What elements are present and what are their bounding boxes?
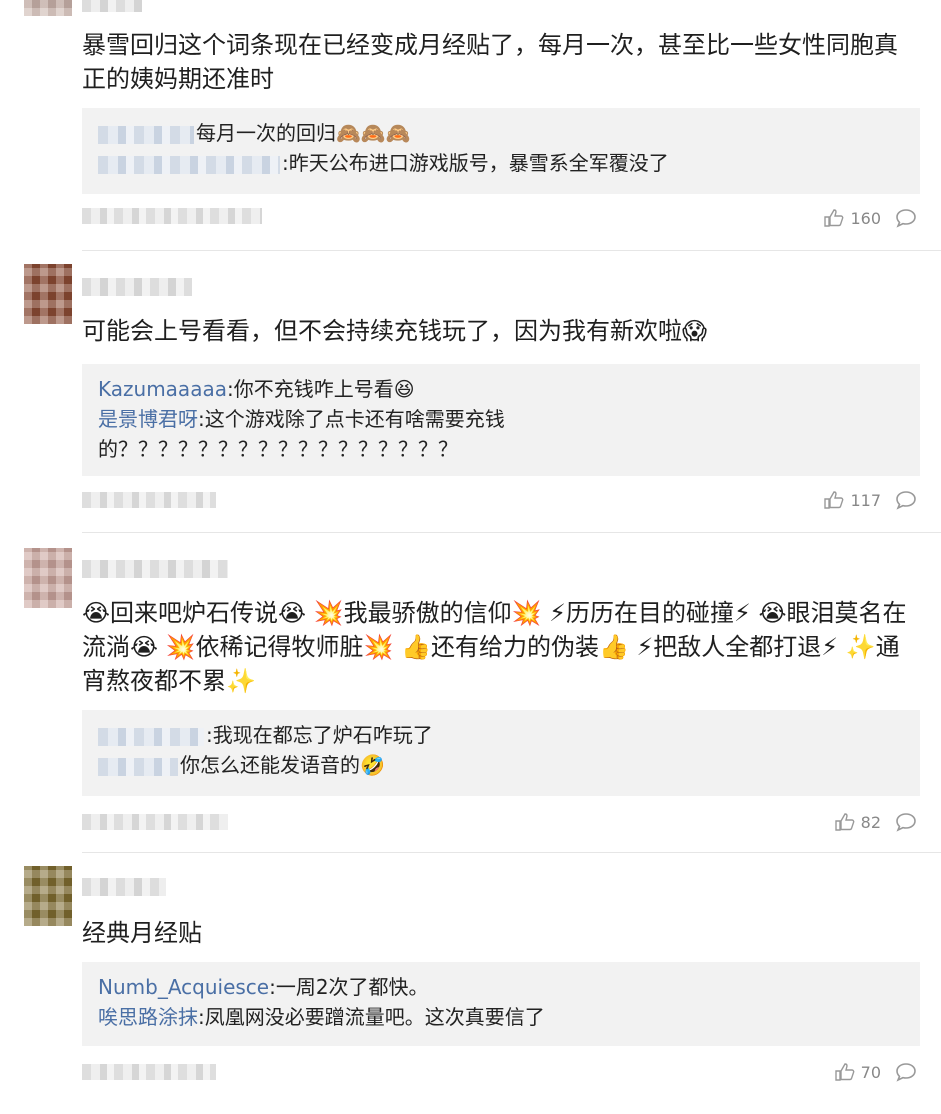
reply-text: 你怎么还能发语音的🤣	[180, 753, 385, 777]
comment-bubble-icon[interactable]	[895, 1062, 917, 1082]
comment-body: 可能会上号看看，但不会持续充钱玩了，因为我有新欢啦😱	[82, 317, 708, 345]
reply-text: 每月一次的回归🙈🙈🙈	[196, 121, 411, 145]
timestamp-blurred	[82, 814, 228, 830]
reply-text: :我现在都忘了炉石咋玩了	[206, 723, 433, 747]
reply-box: Numb_Acquiesce:一周2次了都快。 唉思路涂抹:凤凰网没必要蹭流量吧…	[82, 962, 920, 1046]
username-blurred[interactable]	[82, 278, 192, 296]
reply-box: 每月一次的回归🙈🙈🙈 :昨天公布进口游戏版号，暴雪系全军覆没了	[82, 108, 920, 194]
comment-body: 暴雪回归这个词条现在已经变成月经贴了，每月一次，甚至比一些女性同胞真正的姨妈期还…	[82, 31, 898, 93]
like-count: 70	[860, 1062, 881, 1082]
avatar[interactable]	[24, 548, 72, 608]
timestamp-blurred	[82, 492, 216, 508]
reply-item: 唉思路涂抹:凤凰网没必要蹭流量吧。这次真要信了	[98, 1002, 904, 1032]
reply-box: :我现在都忘了炉石咋玩了 你怎么还能发语音的🤣	[82, 710, 920, 796]
like-button[interactable]: 82	[834, 812, 881, 832]
reply-item: :昨天公布进口游戏版号，暴雪系全军覆没了	[98, 148, 904, 178]
like-button[interactable]: 70	[834, 1062, 881, 1082]
reply-item: 你怎么还能发语音的🤣	[98, 750, 904, 780]
divider	[82, 852, 941, 853]
thumbs-up-icon	[834, 1063, 855, 1081]
avatar[interactable]	[24, 866, 72, 926]
reply-user[interactable]: Kazumaaaaa	[98, 377, 227, 401]
reply-item: Kazumaaaaa:你不充钱咋上号看😆	[98, 374, 904, 404]
reply-box: Kazumaaaaa:你不充钱咋上号看😆 是景博君呀:这个游戏除了点卡还有啥需要…	[82, 364, 920, 476]
username-blurred[interactable]	[82, 560, 228, 578]
reply-user-blurred[interactable]	[98, 727, 204, 746]
username-blurred[interactable]	[82, 878, 166, 896]
reply-item: 每月一次的回归🙈🙈🙈	[98, 118, 904, 148]
comment-actions: 70	[834, 1062, 917, 1082]
reply-item: 是景博君呀:这个游戏除了点卡还有啥需要充钱的？？？？？？？？？？？？？？？？？	[98, 404, 568, 464]
username-blurred[interactable]	[82, 0, 142, 12]
reply-user[interactable]: Numb_Acquiesce	[98, 975, 269, 999]
reply-user[interactable]: 是景博君呀	[98, 407, 198, 431]
avatar[interactable]	[24, 264, 72, 324]
reply-user[interactable]: 唉思路涂抹	[98, 1005, 198, 1029]
like-count: 82	[860, 812, 881, 832]
reply-item: :我现在都忘了炉石咋玩了	[98, 720, 904, 750]
comment-bubble-icon[interactable]	[895, 208, 917, 228]
comment-actions: 117	[824, 490, 917, 510]
reply-text: :一周2次了都快。	[269, 975, 429, 999]
reply-text: :凤凰网没必要蹭流量吧。这次真要信了	[198, 1005, 545, 1029]
thumbs-up-icon	[824, 491, 844, 509]
like-button[interactable]: 117	[824, 491, 881, 510]
avatar[interactable]	[24, 0, 72, 16]
reply-user-blurred[interactable]	[98, 155, 280, 174]
like-button[interactable]: 160	[824, 209, 881, 228]
comment-body: 😭回来吧炉石传说😭 💥我最骄傲的信仰💥 ⚡历历在目的碰撞⚡ 😭眼泪莫名在流淌😭 …	[82, 599, 907, 695]
divider	[82, 532, 941, 533]
reply-text: :昨天公布进口游戏版号，暴雪系全军覆没了	[282, 151, 669, 175]
comment-bubble-icon[interactable]	[895, 812, 917, 832]
reply-user-blurred[interactable]	[98, 757, 178, 776]
like-count: 160	[850, 208, 881, 228]
comment-actions: 82	[834, 812, 917, 832]
comment-actions: 160	[824, 208, 917, 228]
thumbs-up-icon	[824, 209, 844, 227]
thumbs-up-icon	[834, 813, 855, 831]
reply-item: Numb_Acquiesce:一周2次了都快。	[98, 972, 904, 1002]
comment-body: 经典月经贴	[82, 919, 202, 947]
reply-user-blurred[interactable]	[98, 125, 194, 144]
like-count: 117	[850, 490, 881, 510]
comment-bubble-icon[interactable]	[895, 490, 917, 510]
reply-text: :你不充钱咋上号看😆	[226, 377, 415, 401]
timestamp-blurred	[82, 1064, 216, 1080]
timestamp-blurred	[82, 208, 262, 224]
divider	[82, 250, 941, 251]
